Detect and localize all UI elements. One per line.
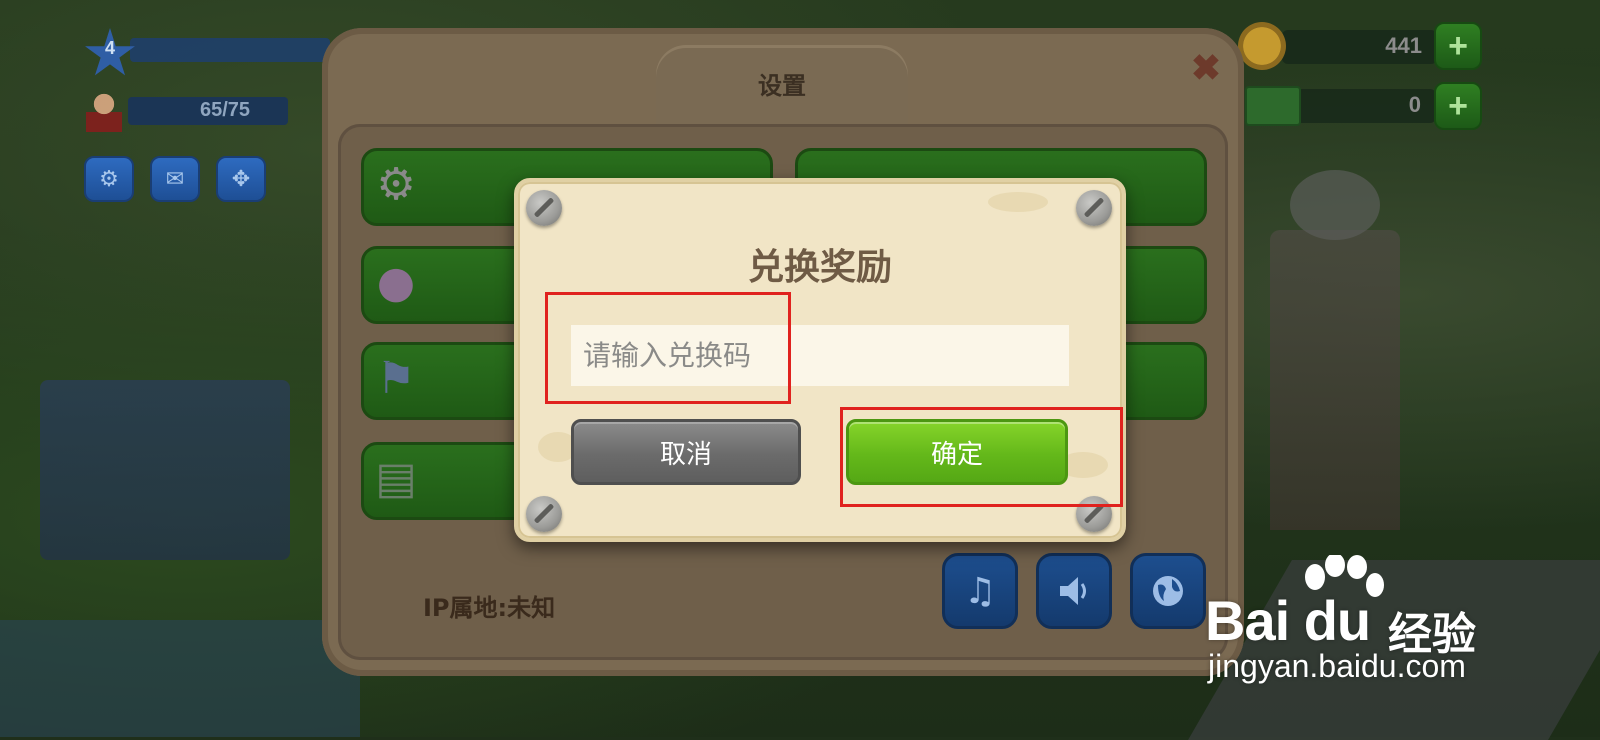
population-person-icon	[86, 92, 122, 132]
gear-icon: ⚙	[376, 158, 416, 210]
speaker-icon	[1060, 577, 1086, 605]
music-note-icon: ♫	[963, 570, 997, 612]
document-icon: ▤	[375, 452, 417, 504]
mail-icon: ✉	[165, 166, 185, 192]
population-count: 65/75	[200, 99, 251, 121]
move-icon: ✥	[231, 166, 251, 192]
globe-icon	[1153, 576, 1183, 606]
hud-settings-button[interactable]: ⚙	[84, 156, 134, 202]
screw-icon	[526, 190, 562, 226]
settings-title: 设置	[758, 72, 806, 100]
watermark-url: jingyan.baidu.com	[1208, 648, 1466, 684]
add-cash-button[interactable]: +	[1434, 82, 1482, 130]
coin-count: 441	[1385, 33, 1422, 58]
level-number: 4	[104, 38, 115, 58]
confirm-button[interactable]: 确定	[846, 419, 1068, 485]
redeem-code-input[interactable]	[571, 325, 1069, 386]
hud-move-button[interactable]: ✥	[216, 156, 266, 202]
screw-icon	[1076, 190, 1112, 226]
language-button[interactable]	[1130, 553, 1206, 629]
screw-icon	[526, 496, 562, 532]
xp-bar	[130, 38, 330, 62]
background-water	[0, 620, 360, 737]
dialog-title: 兑换奖励	[747, 247, 892, 288]
background-satellite-dish	[1290, 170, 1380, 240]
gear-icon: ⚙	[99, 166, 119, 192]
cancel-button[interactable]: 取消	[571, 419, 801, 485]
background-tower	[1270, 230, 1400, 530]
cash-count: 0	[1408, 92, 1421, 117]
add-coins-button[interactable]: +	[1434, 22, 1482, 70]
background-barn	[40, 380, 290, 560]
cash-icon	[1245, 86, 1301, 126]
ip-location-label: IP属地:未知	[423, 594, 556, 622]
close-icon[interactable]: ✖	[1188, 50, 1224, 86]
checkered-flag-icon: ⚑	[376, 352, 416, 404]
screw-icon	[1076, 496, 1112, 532]
paper-stain	[988, 192, 1048, 212]
chat-bubble-icon: ●	[376, 256, 416, 308]
hud-mail-button[interactable]: ✉	[150, 156, 200, 202]
music-toggle-button[interactable]: ♫	[942, 553, 1018, 629]
sound-toggle-button[interactable]	[1036, 553, 1112, 629]
coin-icon	[1238, 22, 1286, 70]
watermark-brand: Bai du	[1205, 589, 1371, 652]
